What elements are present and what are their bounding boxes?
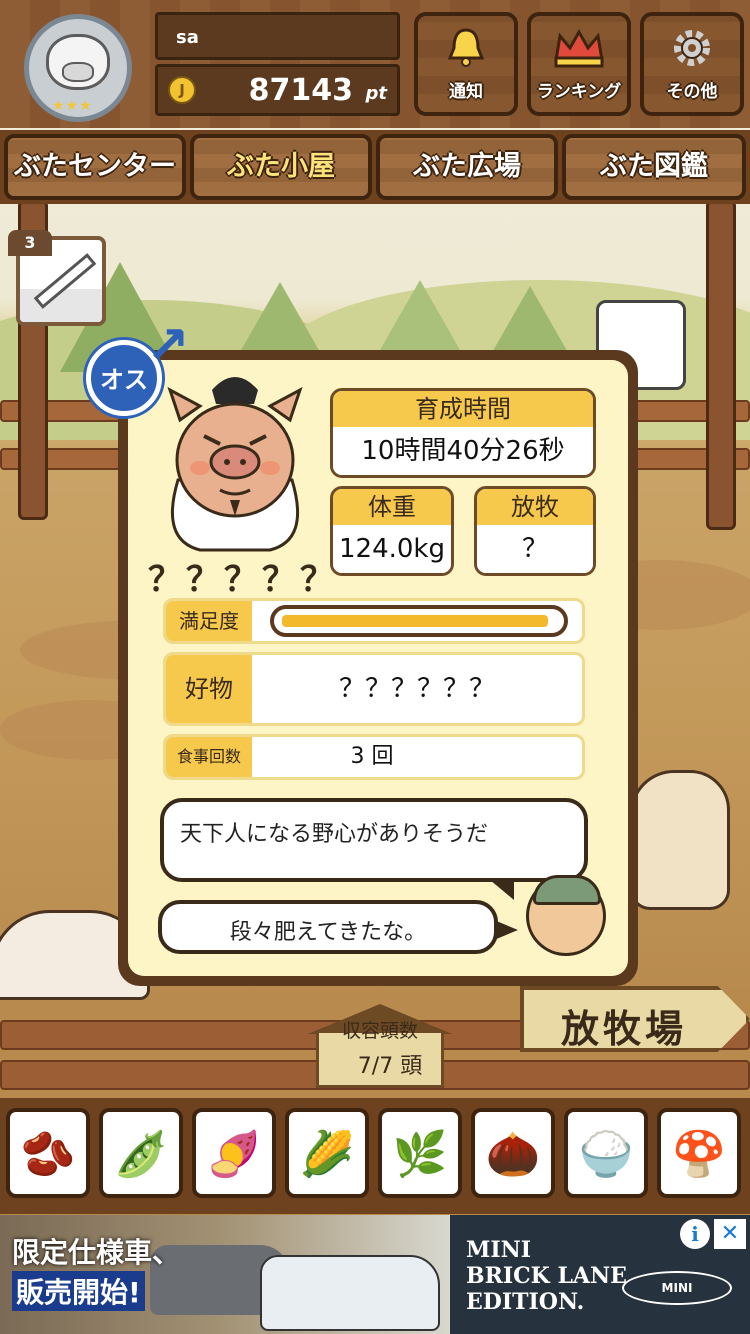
notification-button[interactable]: 通知 (414, 12, 518, 116)
green-grain-pile-icon: 🫛 (113, 1129, 169, 1180)
satisfaction-row: 満足度 (163, 598, 585, 644)
grazing-card: 放牧 ？ (474, 486, 596, 576)
gender-badge: ↗ オス (86, 320, 190, 416)
farmer-comment: 段々肥えてきたな。 (229, 920, 427, 945)
growth-time-card: 育成時間 10時間40分26秒 (330, 388, 596, 478)
grazing-value: ？ (477, 525, 593, 573)
ranking-button[interactable]: ランキング (527, 12, 631, 116)
satisfaction-label: 満足度 (166, 601, 252, 641)
capacity-value: 7/7 頭 (357, 1054, 423, 1079)
rice-bowl-icon: 🍚 (578, 1129, 634, 1180)
rank-stars: ★★★ (52, 98, 93, 114)
grain-pile-icon: 🫘 (20, 1129, 76, 1180)
pig-description-bubble: 天下人になる野心がありそうだ (160, 798, 588, 900)
pasture-sign-button[interactable]: 放牧場 (520, 986, 750, 1052)
acorn-icon: 🌰 (485, 1129, 541, 1180)
ad-headline-1: 限定仕様車、 (12, 1236, 181, 1269)
food-slot-4[interactable]: 🌽 (285, 1108, 369, 1198)
weight-value: 124.0kg (333, 525, 451, 573)
crown-icon (531, 26, 627, 79)
weight-card: 体重 124.0kg (330, 486, 454, 576)
ad-info-icon[interactable]: i (680, 1219, 710, 1249)
grazing-label: 放牧 (477, 489, 593, 525)
pig-name: ？？？？？ (148, 560, 338, 600)
gear-icon (644, 26, 740, 79)
top-header: ★★★ sa J 87143 pt 通知 ランキング その他 (0, 0, 750, 128)
soybeans-icon: 🌿 (392, 1129, 448, 1180)
food-slot-3[interactable]: 🍠 (192, 1108, 276, 1198)
capacity-label: 収容頭数 (341, 1020, 418, 1042)
ad-close-icon[interactable]: ✕ (714, 1219, 746, 1249)
pig-description: 天下人になる野心がありそうだ (180, 822, 489, 847)
meals-row: 食事回数 3 回 (163, 734, 585, 780)
sweet-potato-icon: 🍠 (206, 1129, 262, 1180)
background-pig[interactable] (630, 770, 730, 910)
food-slot-7[interactable]: 🍚 (564, 1108, 648, 1198)
food-slot-1[interactable]: 🫘 (6, 1108, 90, 1198)
growth-time-value: 10時間40分26秒 (333, 427, 593, 475)
food-slot-5[interactable]: 🌿 (378, 1108, 462, 1198)
ad-banner[interactable]: 限定仕様車、 販売開始! MINI BRICK LANE EDITION. MI… (0, 1215, 750, 1334)
food-slot-8[interactable]: 🍄 (657, 1108, 741, 1198)
points-value: 87143 (248, 73, 353, 108)
food-slot-6[interactable]: 🌰 (471, 1108, 555, 1198)
pasture-sign-label: 放牧場 (560, 1007, 687, 1051)
truffle-plate-icon: 🍄 (671, 1129, 727, 1180)
food-slot-2[interactable]: 🫛 (99, 1108, 183, 1198)
meals-label: 食事回数 (166, 737, 252, 777)
corn-icon: 🌽 (299, 1129, 355, 1180)
weight-label: 体重 (333, 489, 451, 525)
growth-time-label: 育成時間 (333, 391, 593, 427)
bell-icon (418, 26, 514, 79)
player-name: sa (176, 27, 199, 48)
farmer-comment-bubble: 段々肥えてきたな。 (158, 900, 518, 954)
coin-icon: J (168, 76, 196, 104)
ad-text: MINI BRICK LANE EDITION. (466, 1237, 627, 1315)
tab-buta-plaza[interactable]: ぶた広場 (376, 134, 558, 200)
points-unit: pt (365, 83, 388, 104)
tab-buta-encyclopedia[interactable]: ぶた図鑑 (562, 134, 746, 200)
favorite-label: 好物 (166, 655, 252, 723)
player-avatar[interactable]: ★★★ (18, 8, 140, 122)
tab-bar: ぶたセンター ぶた小屋 ぶた広場 ぶた図鑑 (0, 130, 750, 204)
medicine-count: 3 (8, 230, 52, 256)
food-bar: 🫘 🫛 🍠 🌽 🌿 🌰 🍚 🍄 (0, 1098, 750, 1214)
tab-buta-hut[interactable]: ぶた小屋 (190, 134, 372, 200)
favorite-row: 好物 ？？？？？？ (163, 652, 585, 726)
favorite-value: ？？？？？？ (338, 674, 495, 704)
other-button[interactable]: その他 (640, 12, 744, 116)
satisfaction-fill (282, 615, 548, 627)
farmer-avatar (526, 875, 606, 956)
mini-logo-icon: MINI (622, 1271, 732, 1305)
tab-buta-center[interactable]: ぶたセンター (4, 134, 186, 200)
player-name-box: sa (155, 12, 400, 60)
points-box: J 87143 pt (155, 64, 400, 116)
meals-value: 3 回 (350, 744, 394, 769)
satisfaction-bar (270, 605, 568, 637)
ad-headline-2: 販売開始! (12, 1271, 145, 1311)
